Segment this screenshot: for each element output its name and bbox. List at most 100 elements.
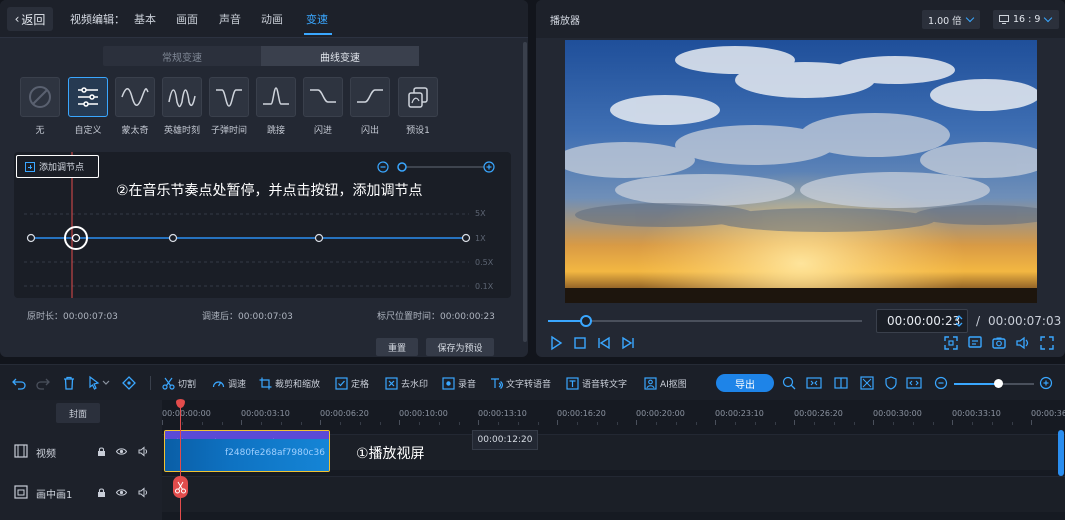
y-label-0-1x: 0.1X [475, 282, 494, 291]
select-pointer-icon[interactable] [88, 375, 110, 391]
tab-picture[interactable]: 画面 [176, 11, 198, 27]
delete-icon[interactable] [62, 375, 76, 391]
undo-icon[interactable] [12, 375, 26, 391]
preset-montage[interactable]: 蒙太奇 [115, 77, 155, 136]
stop-icon[interactable] [572, 335, 588, 351]
preset-bullet-time[interactable]: 子弹时间 [209, 77, 249, 136]
tab-speed[interactable]: 变速 [306, 11, 328, 27]
bullet-time-curve-icon [209, 77, 249, 117]
mode-curve-speed[interactable]: 曲线变速 [261, 46, 419, 66]
tab-sound[interactable]: 声音 [219, 11, 241, 27]
previous-frame-icon[interactable] [596, 335, 612, 351]
current-time-input[interactable]: 00:00:00:23 [876, 309, 968, 333]
timeline-zoom-in-icon[interactable] [1039, 375, 1053, 391]
lock-icon[interactable] [96, 446, 107, 457]
speaker-icon[interactable] [138, 446, 149, 457]
speaker-icon[interactable] [138, 487, 149, 498]
ai-cutout-button[interactable]: AI抠图 [644, 375, 687, 391]
remove-watermark-button[interactable]: 去水印 [385, 375, 428, 391]
tab-animation[interactable]: 动画 [261, 11, 283, 27]
playhead-cut-handle[interactable] [173, 476, 188, 498]
edit-panel-scrollbar[interactable] [523, 42, 527, 342]
redo-icon[interactable] [36, 375, 50, 391]
pip-track-lane[interactable] [162, 476, 1065, 512]
preset-flash-in[interactable]: 闪进 [303, 77, 343, 136]
curve-node[interactable] [461, 233, 471, 243]
volume-icon[interactable] [1015, 335, 1031, 351]
export-button[interactable]: 导出 [716, 374, 774, 392]
mirror-icon[interactable] [860, 375, 874, 391]
y-label-5x: 5X [475, 209, 486, 218]
ai-cutout-label: AI抠图 [660, 379, 687, 390]
plus-box-icon [25, 161, 35, 172]
save-preset-button[interactable]: 保存为预设 [426, 338, 494, 356]
preset-copy-icon [398, 77, 438, 117]
playback-speed-dropdown[interactable]: 1.00 倍 [922, 10, 980, 29]
preset-custom-1[interactable]: 预设1 [398, 77, 438, 136]
tab-basic[interactable]: 基本 [134, 11, 156, 27]
preset-custom[interactable]: 自定义 [68, 77, 108, 136]
curve-presets: 无 自定义 蒙太奇 英雄时刻 子弹时间 跳接 闪进 闪出 预设1 [18, 77, 448, 137]
crop-zoom-button[interactable]: 裁剪和缩放 [259, 375, 320, 391]
timeline-zoom-slider[interactable] [954, 379, 1034, 388]
player-topbar: 播放器 1.00 倍 16 : 9 [536, 0, 1065, 38]
timeline-vertical-scrollbar[interactable] [1058, 430, 1064, 476]
record-audio-button[interactable]: 录音 [442, 375, 476, 391]
timeline-ruler[interactable]: 00:00:00:00 00:00:03:10 00:00:06:20 00:0… [162, 400, 1065, 426]
eye-icon[interactable] [116, 487, 127, 498]
preset-none[interactable]: 无 [20, 77, 60, 136]
fullscreen-icon[interactable] [1039, 335, 1055, 351]
after-speed-duration: 调速后：00:00:07:03 [202, 312, 293, 322]
add-node-label: 添加调节点 [39, 163, 85, 173]
eye-icon[interactable] [116, 446, 127, 457]
subtitle-icon[interactable] [967, 335, 983, 351]
curve-node-selected[interactable] [71, 233, 81, 243]
preset-hero-moment[interactable]: 英雄时刻 [162, 77, 202, 136]
video-clip[interactable]: f2480fe268af7980c36 [164, 430, 330, 472]
y-label-1x: 1X [475, 234, 486, 243]
record-audio-icon [442, 376, 455, 390]
text-to-speech-button[interactable]: 文字转语音 [490, 375, 551, 391]
ruler-label: 00:00:03:10 [241, 409, 290, 418]
speech-to-text-icon [566, 376, 579, 390]
aspect-ratio-dropdown[interactable]: 16 : 9 [993, 10, 1059, 29]
play-icon[interactable] [548, 335, 564, 351]
cover-button[interactable]: 封面 [56, 403, 100, 423]
preset-flash-out[interactable]: 闪出 [350, 77, 390, 136]
player-progress-bar[interactable] [548, 315, 862, 327]
timeline-zoom-out-icon[interactable] [934, 375, 948, 391]
freeze-frame-button[interactable]: 定格 [335, 375, 369, 391]
split-track-icon[interactable] [806, 375, 822, 391]
ruler-label: 00:00:10:00 [399, 409, 448, 418]
shield-icon[interactable] [884, 375, 898, 391]
speed-button[interactable]: 调速 [212, 375, 246, 391]
fit-screen-icon[interactable] [943, 335, 959, 351]
speech-to-text-button[interactable]: 语音转文字 [566, 375, 627, 391]
cut-button[interactable]: 切割 [162, 375, 196, 391]
back-button[interactable]: ‹ 返回 [7, 7, 53, 31]
mode-normal-speed[interactable]: 常规变速 [103, 46, 261, 66]
reset-button[interactable]: 重置 [376, 338, 418, 356]
clip-name: f2480fe268af7980c36 [225, 448, 325, 458]
curve-node[interactable] [26, 233, 36, 243]
record-audio-label: 录音 [458, 379, 477, 390]
curve-zoom-knob[interactable] [397, 162, 407, 172]
columns-icon[interactable] [834, 375, 848, 391]
time-stepper-icon[interactable] [955, 313, 963, 329]
zoom-fit-icon[interactable] [782, 375, 796, 391]
playback-speed-value: 1.00 倍 [928, 15, 962, 27]
camera-snapshot-icon[interactable] [991, 335, 1007, 351]
video-preview-frame[interactable] [565, 40, 1037, 303]
curve-node[interactable] [168, 233, 178, 243]
track-name-video: 视频 [36, 449, 56, 460]
curve-node[interactable] [314, 233, 324, 243]
freeze-frame-icon [335, 376, 348, 390]
add-node-button[interactable]: 添加调节点 [16, 155, 99, 178]
lock-icon[interactable] [96, 487, 107, 498]
preset-jump-cut[interactable]: 跳接 [256, 77, 296, 136]
next-frame-icon[interactable] [620, 335, 636, 351]
snap-keyframe-icon[interactable] [122, 375, 136, 391]
timeline-zoom-knob[interactable] [994, 379, 1003, 388]
expand-track-icon[interactable] [906, 375, 922, 391]
player-progress-knob[interactable] [579, 315, 592, 327]
